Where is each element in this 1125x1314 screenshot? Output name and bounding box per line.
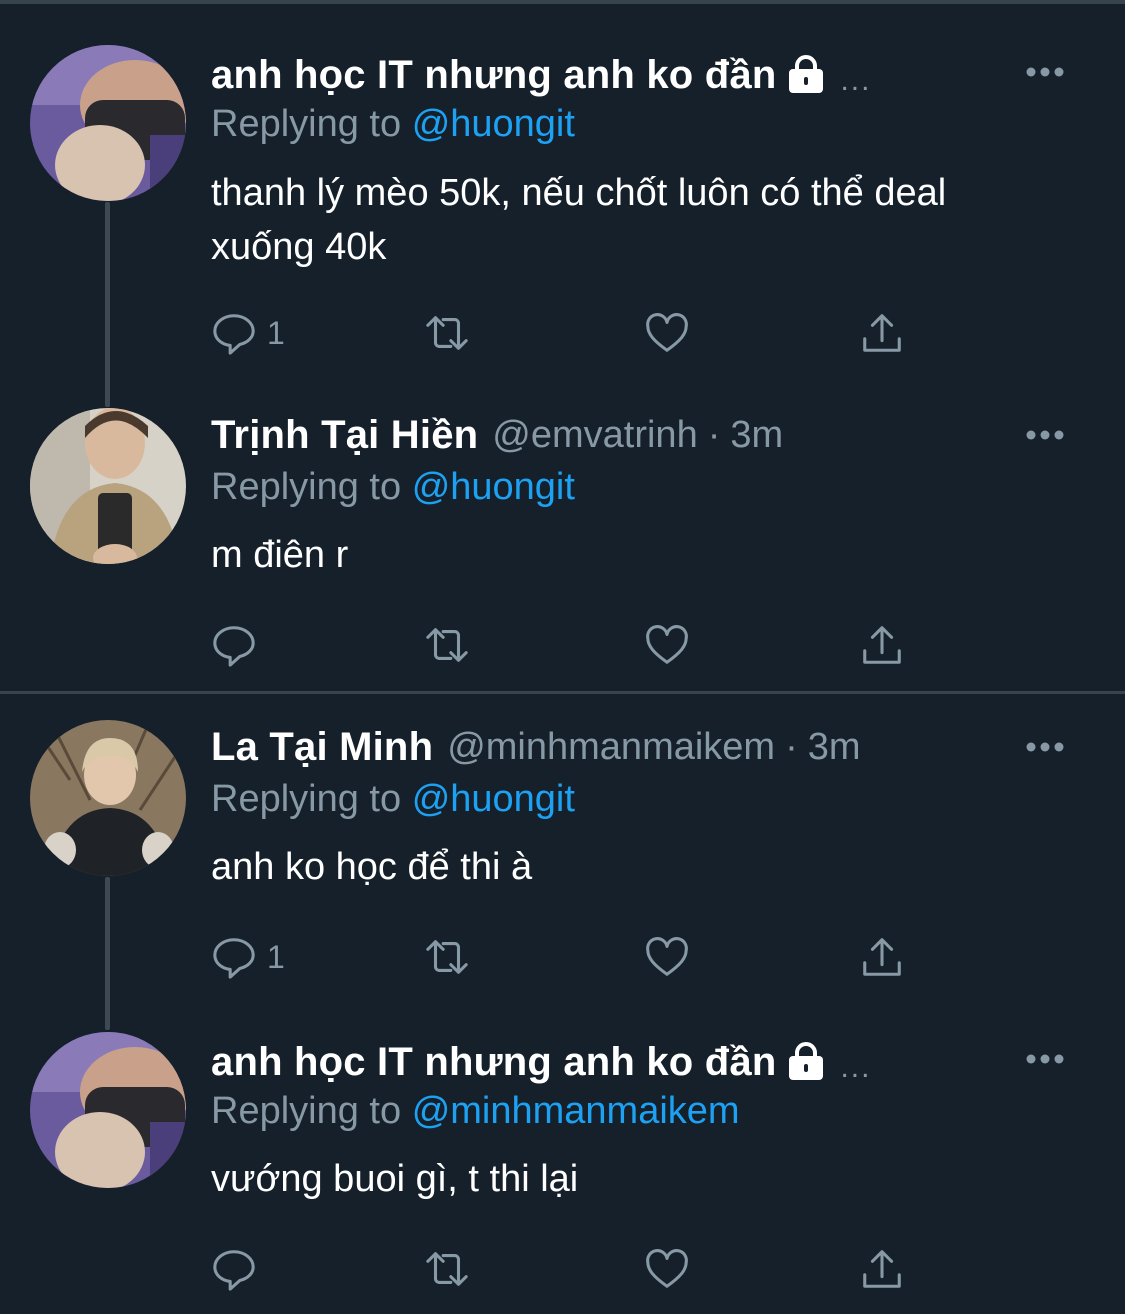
avatar[interactable]: [30, 408, 186, 564]
separator: ·: [785, 725, 798, 768]
tweet[interactable]: Trịnh Tại Hiền @emvatrinh · 3m Replying …: [0, 400, 1125, 690]
tweet-text: vướng buoi gì, t thi lại: [211, 1158, 579, 1200]
reply-icon: [213, 626, 255, 667]
like-icon: [646, 937, 688, 976]
retweet-icon: [426, 940, 468, 974]
retweet-icon: [426, 1252, 468, 1286]
share-button[interactable]: [859, 620, 905, 670]
action-bar: [211, 1244, 931, 1294]
reply-button[interactable]: 1: [211, 308, 285, 358]
share-button[interactable]: [859, 932, 905, 982]
tweet-header: anh học IT nhưng anh ko đần ...: [211, 50, 871, 100]
like-icon: [646, 1249, 688, 1288]
avatar-masked-user-image: [30, 45, 186, 201]
reply-icon: [213, 314, 255, 355]
retweet-icon: [426, 316, 468, 350]
reply-icon: [213, 1250, 255, 1291]
retweet-button[interactable]: [424, 620, 470, 670]
handle[interactable]: @emvatrinh: [492, 414, 697, 457]
like-button[interactable]: [644, 308, 690, 358]
more-icon[interactable]: [1025, 62, 1065, 82]
tweet[interactable]: La Tại Minh @minhmanmaikem · 3m Replying…: [0, 694, 1125, 1012]
retweet-button[interactable]: [424, 932, 470, 982]
reply-button[interactable]: [211, 1244, 267, 1294]
retweet-button[interactable]: [424, 308, 470, 358]
reply-count: 1: [267, 314, 285, 351]
mention-link[interactable]: @huongit: [412, 103, 575, 145]
like-button[interactable]: [644, 620, 690, 670]
tweet-header: La Tại Minh @minhmanmaikem · 3m: [211, 722, 861, 772]
share-icon: [863, 314, 901, 352]
tweet-header: Trịnh Tại Hiền @emvatrinh · 3m: [211, 410, 783, 460]
reply-button[interactable]: 1: [211, 932, 285, 982]
timestamp[interactable]: 3m: [730, 414, 783, 457]
handle[interactable]: @minhmanmaikem: [447, 726, 775, 769]
share-button[interactable]: [859, 308, 905, 358]
replying-to: Replying to @minhmanmaikem: [211, 1090, 740, 1133]
lock-icon: [789, 55, 824, 93]
display-name[interactable]: anh học IT nhưng anh ko đần: [211, 53, 776, 98]
more-icon[interactable]: [1025, 425, 1065, 445]
share-button[interactable]: [859, 1244, 905, 1294]
like-icon: [646, 313, 688, 352]
retweet-button[interactable]: [424, 1244, 470, 1294]
avatar-mirror-selfie-image: [30, 408, 186, 564]
tweet-text: anh ko học để thi à: [211, 846, 533, 888]
tweet-text: m điên r: [211, 534, 349, 576]
tweet[interactable]: anh học IT nhưng anh ko đần ... Replying…: [0, 1012, 1125, 1314]
action-bar: 1: [211, 308, 931, 358]
avatar[interactable]: [30, 1032, 186, 1188]
replying-prefix: Replying to: [211, 1090, 402, 1132]
more-icon[interactable]: [1025, 1049, 1065, 1069]
mention-link[interactable]: @huongit: [412, 466, 575, 508]
display-name[interactable]: La Tại Minh: [211, 725, 433, 770]
separator: ·: [707, 413, 721, 456]
tweet-text: thanh lý mèo 50k, nếu chốt luôn có thể d…: [211, 172, 947, 268]
reply-count: 1: [267, 938, 285, 975]
truncation-ellipsis: ...: [840, 1051, 872, 1084]
mention-link[interactable]: @minhmanmaikem: [412, 1090, 740, 1132]
timestamp[interactable]: 3m: [808, 726, 861, 769]
share-icon: [863, 626, 901, 664]
replying-to: Replying to @huongit: [211, 466, 575, 509]
avatar-outdoor-photo-image: [30, 720, 186, 876]
reply-icon: [213, 938, 255, 979]
tweet-header: anh học IT nhưng anh ko đần ...: [211, 1037, 871, 1087]
avatar-masked-user-image: [30, 1032, 186, 1188]
like-icon: [646, 625, 688, 664]
display-name[interactable]: anh học IT nhưng anh ko đần: [211, 1040, 776, 1085]
replying-to: Replying to @huongit: [211, 778, 575, 821]
like-button[interactable]: [644, 932, 690, 982]
replying-prefix: Replying to: [211, 466, 402, 508]
tweet[interactable]: anh học IT nhưng anh ko đần ... Replying…: [0, 0, 1125, 400]
lock-icon: [789, 1042, 824, 1080]
like-button[interactable]: [644, 1244, 690, 1294]
retweet-icon: [426, 628, 468, 662]
more-icon[interactable]: [1025, 737, 1065, 757]
share-icon: [863, 938, 901, 976]
replying-to: Replying to @huongit: [211, 103, 575, 146]
action-bar: [211, 620, 931, 670]
share-icon: [863, 1250, 901, 1288]
replying-prefix: Replying to: [211, 103, 402, 145]
display-name[interactable]: Trịnh Tại Hiền: [211, 413, 478, 458]
truncation-ellipsis: ...: [840, 64, 872, 97]
action-bar: 1: [211, 932, 931, 982]
reply-button[interactable]: [211, 620, 267, 670]
avatar[interactable]: [30, 45, 186, 201]
avatar[interactable]: [30, 720, 186, 876]
mention-link[interactable]: @huongit: [412, 778, 575, 820]
replying-prefix: Replying to: [211, 778, 402, 820]
